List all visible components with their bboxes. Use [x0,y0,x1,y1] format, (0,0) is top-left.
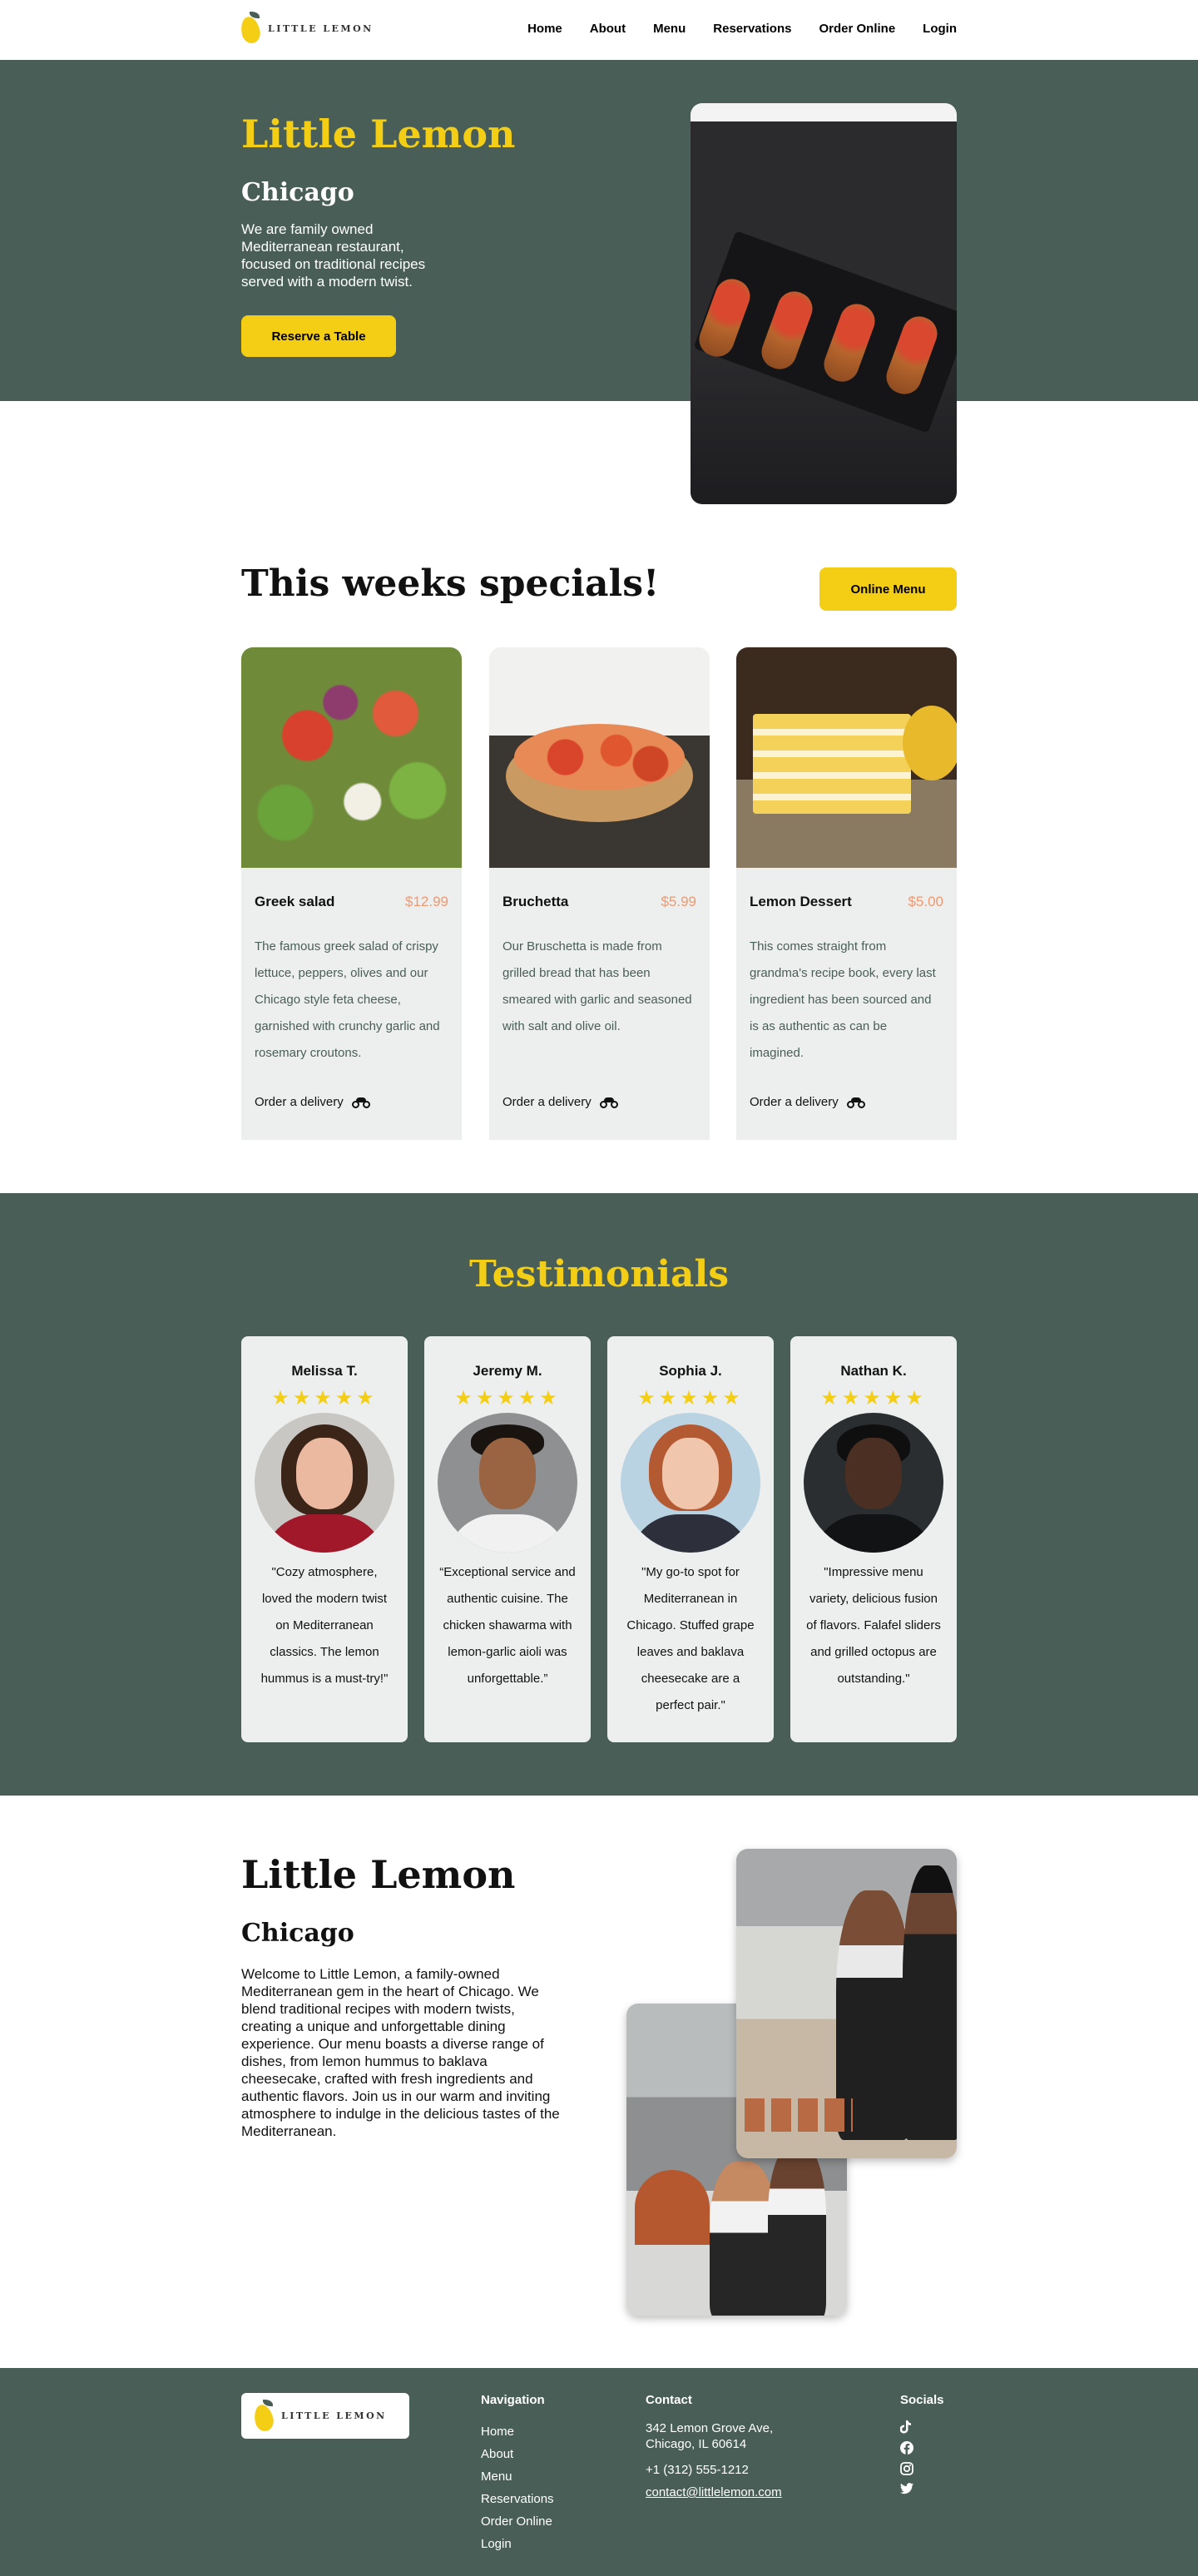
nav-link-reservations[interactable]: Reservations [713,22,791,36]
order-delivery-label: Order a delivery [255,1095,344,1109]
footer-contact-heading: Contact [646,2393,692,2407]
footer-socials-heading: Socials [900,2393,944,2407]
order-delivery-label: Order a delivery [750,1095,839,1109]
about-description: Welcome to Little Lemon, a family-owned … [241,1966,560,2139]
reviewer-avatar [438,1413,577,1553]
reviewer-name: Nathan K. [840,1363,907,1379]
order-delivery-link[interactable]: Order a delivery [750,1095,865,1109]
nav-link-order-online[interactable]: Order Online [819,22,895,36]
star-rating-icon: ★★★★★ [820,1387,927,1409]
nav-link-about[interactable]: About [590,22,626,36]
testimonial-quote: "My go-to spot for Mediterranean in Chic… [626,1565,755,1712]
nav-link-menu[interactable]: Menu [653,22,686,36]
footer-logo[interactable]: LITTLE LEMON [241,2393,409,2439]
reviewer-name: Jeremy M. [473,1363,542,1379]
lemon-logo-icon [238,12,263,45]
star-rating-icon: ★★★★★ [454,1387,561,1409]
about-city: Chicago [241,1919,354,1948]
twitter-icon[interactable] [900,2483,913,2496]
footer [0,2368,1198,2576]
nav-link-home[interactable]: Home [527,22,562,36]
special-price: $12.99 [405,894,448,909]
testimonial-quote: "Cozy atmosphere, loved the modern twist… [260,1565,389,1686]
special-description: This comes straight from grandma's recip… [750,939,936,1060]
nav-links: Home About Menu Reservations Order Onlin… [527,22,957,36]
hero-section [0,60,1198,401]
testimonial-quote: “Exceptional service and authentic cuisi… [439,1565,576,1686]
lemon-dessert-image [736,647,957,868]
special-price: $5.99 [661,894,696,909]
special-name: Bruchetta [502,894,569,909]
motorcycle-icon [599,1097,618,1108]
logo[interactable]: LITTLE LEMON [238,12,374,45]
hero-title: Little Lemon [241,111,516,156]
footer-link-about[interactable]: About [481,2443,554,2465]
reviewer-name: Melissa T. [291,1363,358,1379]
footer-link-home[interactable]: Home [481,2420,554,2443]
facebook-icon[interactable] [900,2441,913,2455]
greek-salad-image [241,647,462,868]
online-menu-button[interactable]: Online Menu [819,567,957,611]
hero-description: We are family owned Mediterranean restau… [241,221,426,290]
testimonial-quote: "Impressive menu variety, delicious fusi… [806,1565,941,1686]
logo-text: LITTLE LEMON [268,22,374,34]
footer-logo-text: LITTLE LEMON [281,2410,387,2421]
reviewer-avatar [804,1413,943,1553]
star-rating-icon: ★★★★★ [271,1387,378,1409]
order-delivery-link[interactable]: Order a delivery [502,1095,618,1109]
lemon-logo-icon [251,2399,276,2433]
reviewer-avatar [255,1413,394,1553]
chefs-image-top [736,1849,957,2158]
reviewer-name: Sophia J. [659,1363,722,1379]
motorcycle-icon [846,1097,865,1108]
special-card-greek-salad[interactable]: Greek salad $12.99 The famous greek sala… [241,647,462,1140]
special-price: $5.00 [908,894,943,909]
top-navbar: LITTLE LEMON Home About Menu Reservation… [0,0,1198,60]
specials-title: This weeks specials! [241,562,660,605]
instagram-icon[interactable] [900,2462,913,2475]
about-title: Little Lemon [241,1852,516,1897]
special-name: Greek salad [255,894,335,909]
order-delivery-label: Order a delivery [502,1095,592,1109]
reviewer-avatar [621,1413,760,1553]
footer-nav-heading: Navigation [481,2393,545,2407]
testimonial-card: Sophia J. ★★★★★ "My go-to spot for Medit… [607,1336,774,1742]
footer-contact: Contact 342 Lemon Grove Ave, Chicago, IL… [646,2393,820,2504]
hero-image [691,103,957,504]
footer-address: 342 Lemon Grove Ave, Chicago, IL 60614 [646,2421,774,2451]
testimonial-card: Jeremy M. ★★★★★ “Exceptional service and… [424,1336,591,1742]
motorcycle-icon [351,1097,370,1108]
tiktok-icon[interactable] [899,2420,913,2434]
footer-link-order-online[interactable]: Order Online [481,2510,554,2533]
footer-link-reservations[interactable]: Reservations [481,2488,554,2510]
reserve-table-button[interactable]: Reserve a Table [241,315,396,357]
footer-link-login[interactable]: Login [481,2533,554,2555]
nav-link-login[interactable]: Login [923,22,957,36]
testimonial-card: Nathan K. ★★★★★ "Impressive menu variety… [790,1336,957,1742]
order-delivery-link[interactable]: Order a delivery [255,1095,370,1109]
footer-socials: Socials [899,2393,944,2496]
special-description: Our Bruschetta is made from grilled brea… [502,939,692,1033]
footer-link-menu[interactable]: Menu [481,2465,554,2488]
special-name: Lemon Dessert [750,894,852,909]
footer-email[interactable]: contact@littlelemon.com [646,2481,820,2504]
testimonials-title: Testimonials [468,1253,730,1295]
testimonial-card: Melissa T. ★★★★★ "Cozy atmosphere, loved… [241,1336,408,1742]
special-description: The famous greek salad of crispy lettuce… [255,939,440,1060]
special-card-bruchetta[interactable]: Bruchetta $5.99 Our Bruschetta is made f… [489,647,710,1140]
footer-phone[interactable]: +1 (312) 555-1212 [646,2459,820,2481]
footer-navigation: Navigation Home About Menu Reservations … [481,2393,554,2555]
bruchetta-image [489,647,710,868]
special-card-lemon-dessert[interactable]: Lemon Dessert $5.00 This comes straight … [736,647,957,1140]
hero-city: Chicago [241,178,354,207]
star-rating-icon: ★★★★★ [637,1387,744,1409]
